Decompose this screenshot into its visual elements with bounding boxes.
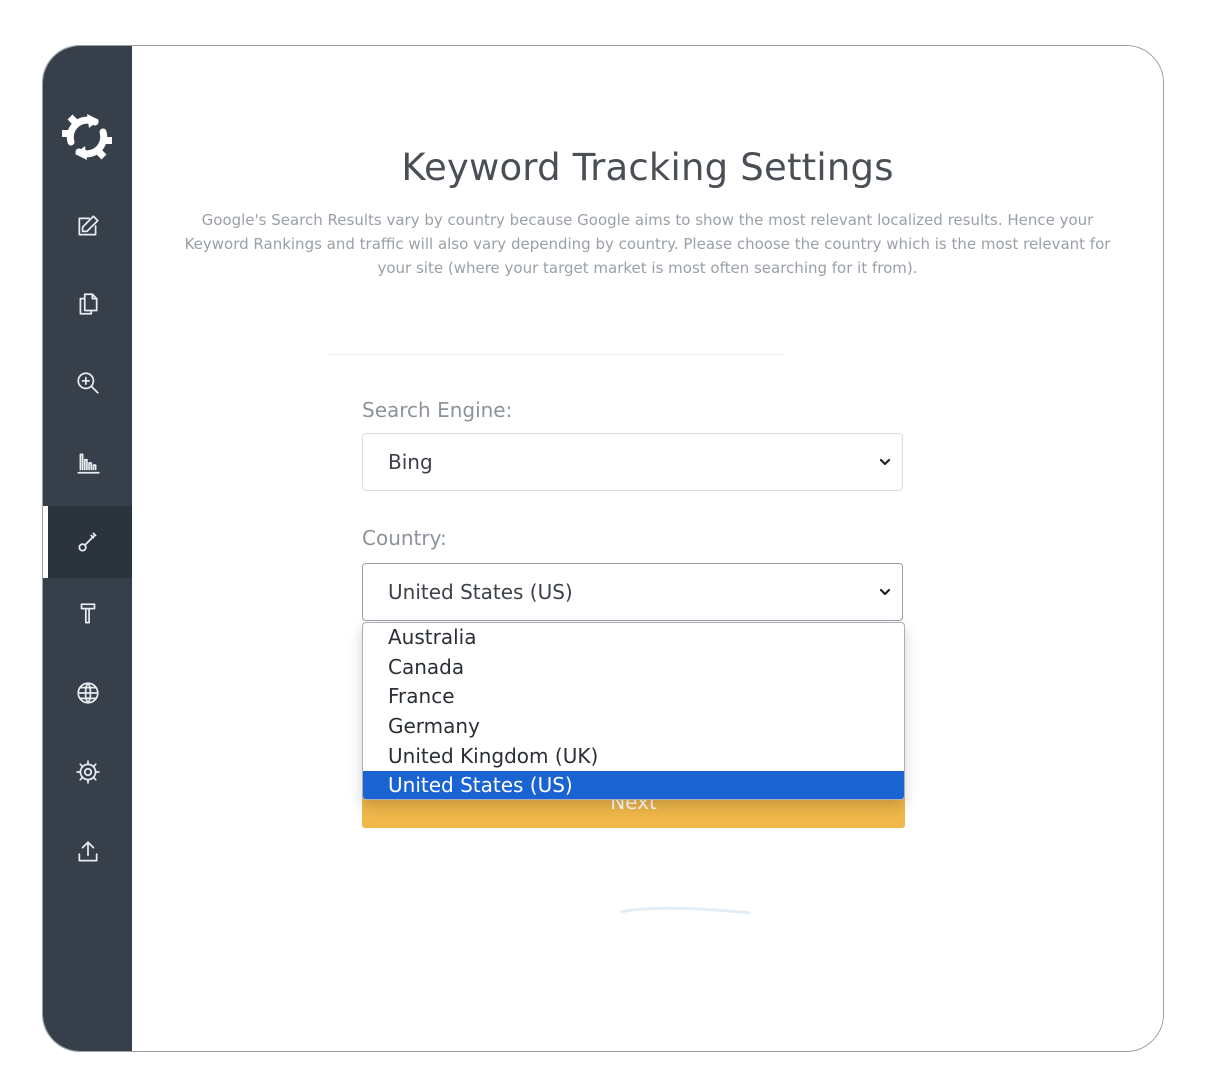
copy-document-icon (79, 293, 98, 315)
main-content: Keyword Tracking Settings Google's Searc… (132, 46, 1163, 1051)
sidebar (43, 46, 132, 1051)
sidebar-item-pages[interactable] (43, 272, 132, 336)
logo-icon (62, 114, 112, 160)
sidebar-item-export[interactable] (43, 820, 132, 884)
sidebar-item-edit[interactable] (43, 194, 132, 258)
hammer-icon (80, 603, 95, 624)
page-title: Keyword Tracking Settings (401, 146, 894, 189)
sidebar-item-sites[interactable] (43, 661, 132, 725)
bar-chart-icon (76, 453, 100, 474)
country-option-selected[interactable]: United States (US) (363, 771, 904, 799)
sidebar-item-analytics[interactable] (43, 431, 132, 495)
country-option[interactable]: United Kingdom (UK) (363, 742, 904, 772)
upload-icon (77, 841, 98, 862)
page-description: Google's Search Results vary by country … (184, 211, 1111, 277)
sidebar-item-research[interactable] (43, 351, 132, 415)
country-option[interactable]: Australia (363, 623, 904, 653)
key-icon (77, 532, 96, 552)
chevron-down-icon (879, 458, 891, 466)
country-option[interactable]: France (363, 682, 904, 712)
search-engine-label: Search Engine: (362, 398, 513, 422)
chevron-down-icon (879, 588, 891, 596)
zoom-in-icon (76, 372, 99, 394)
search-engine-value: Bing (388, 450, 433, 474)
sidebar-item-tools[interactable] (43, 582, 132, 646)
globe-icon (76, 682, 99, 704)
country-value: United States (US) (388, 580, 573, 604)
country-option[interactable]: Germany (363, 712, 904, 742)
search-engine-select[interactable]: Bing (362, 433, 903, 491)
active-indicator (43, 506, 48, 578)
country-option[interactable]: Canada (363, 653, 904, 683)
sidebar-item-settings[interactable] (43, 740, 132, 804)
edit-icon (77, 215, 99, 236)
country-select[interactable]: United States (US) (362, 563, 903, 621)
sidebar-item-keywords[interactable] (43, 506, 132, 578)
decorative-wave (620, 906, 750, 915)
country-dropdown-list[interactable]: Australia Canada France Germany United K… (362, 622, 905, 800)
gear-icon (75, 760, 100, 784)
divider (327, 354, 783, 355)
country-label: Country: (362, 526, 447, 550)
app-window: Keyword Tracking Settings Google's Searc… (42, 45, 1164, 1052)
